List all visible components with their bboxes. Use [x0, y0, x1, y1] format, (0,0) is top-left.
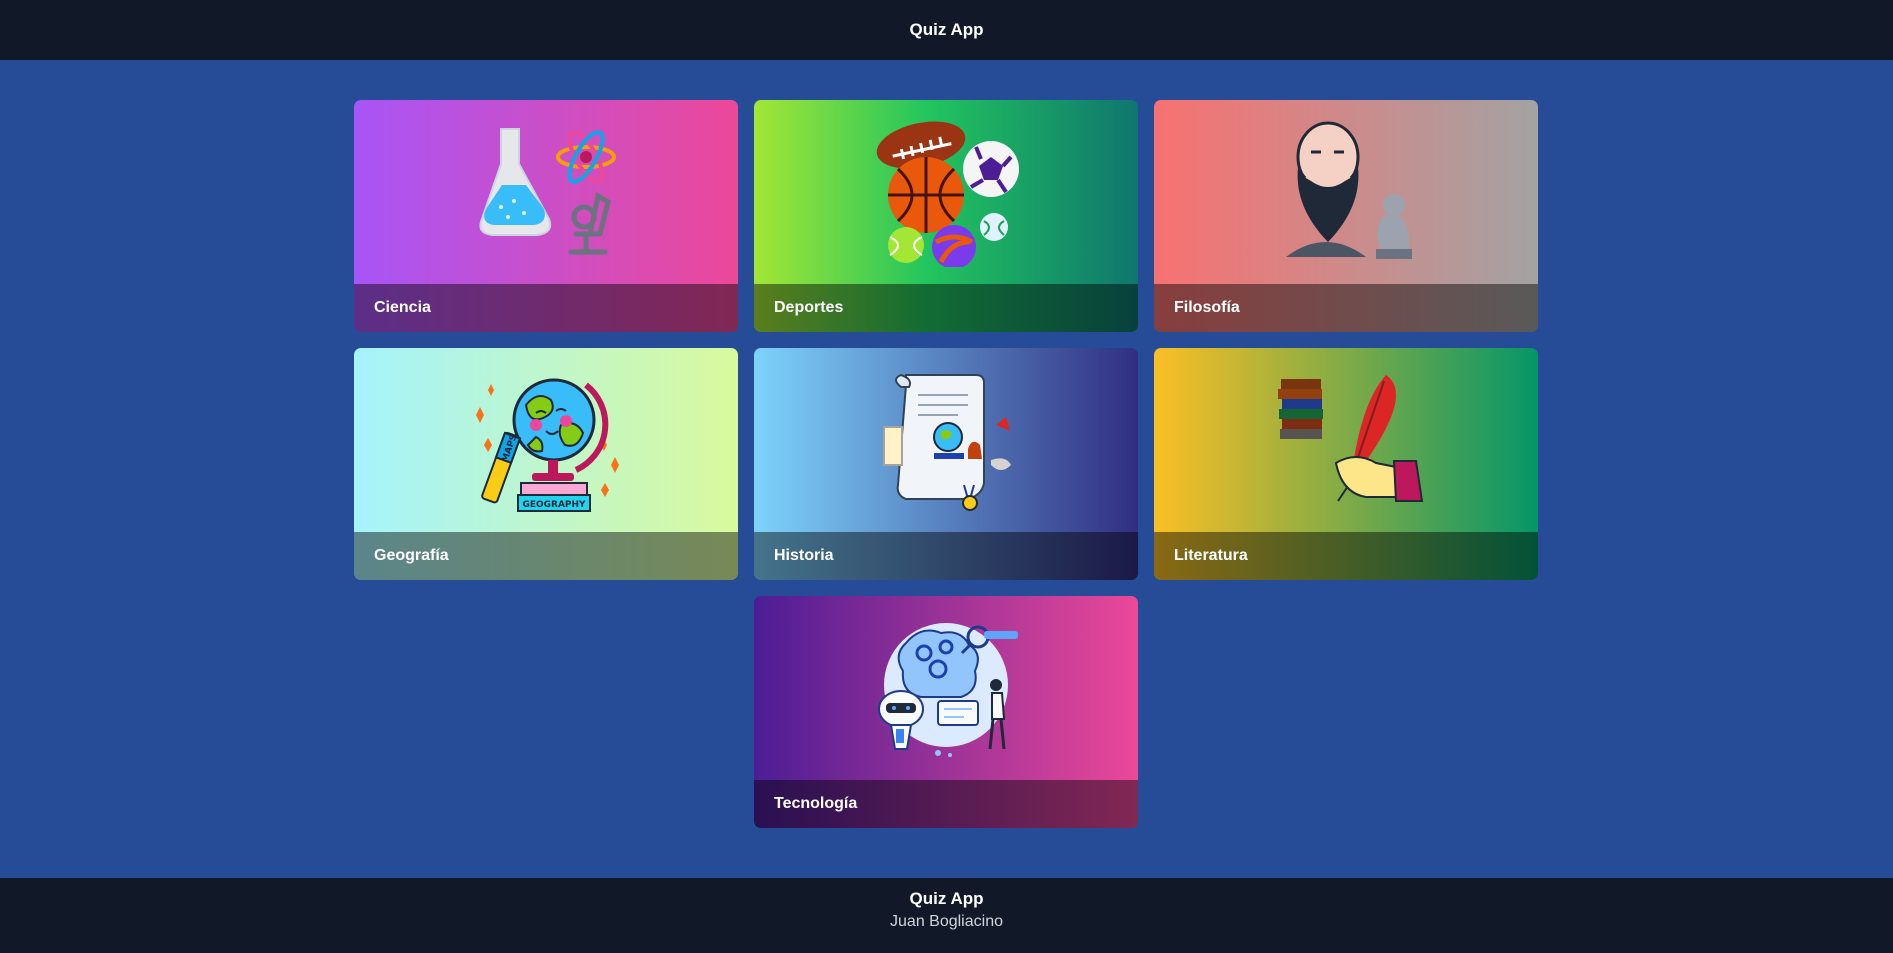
category-label: Historia: [774, 547, 834, 564]
category-label-bar: Geografía: [354, 532, 738, 580]
category-label-bar: Historia: [754, 532, 1138, 580]
technology-robot-icon: [754, 596, 1138, 780]
category-label-bar: Filosofía: [1154, 284, 1538, 332]
category-card-literatura[interactable]: Literatura: [1154, 348, 1538, 580]
geography-book-text: GEOGRAPHY: [522, 500, 586, 510]
category-label-bar: Tecnología: [754, 780, 1138, 828]
footer-title: Quiz App: [909, 889, 984, 908]
category-card-filosofia[interactable]: Filosofía: [1154, 100, 1538, 332]
category-card-ciencia[interactable]: Ciencia: [354, 100, 738, 332]
category-label-bar: Deportes: [754, 284, 1138, 332]
category-label: Ciencia: [374, 299, 431, 316]
app-header: Quiz App: [0, 0, 1893, 60]
category-label: Literatura: [1174, 547, 1248, 564]
category-label: Tecnología: [774, 795, 858, 812]
sports-balls-icon: [754, 100, 1138, 284]
category-card-deportes[interactable]: Deportes: [754, 100, 1138, 332]
app-title: Quiz App: [909, 20, 984, 39]
scroll-history-icon: [754, 348, 1138, 532]
app-footer: Quiz App Juan Bogliacino: [0, 878, 1893, 953]
category-card-geografia[interactable]: GEOGRAPHY MAPS Geografía: [354, 348, 738, 580]
footer-author: Juan Bogliacino: [890, 913, 1003, 930]
quill-books-icon: [1154, 348, 1538, 532]
philosopher-bust-icon: [1154, 100, 1538, 284]
category-card-historia[interactable]: Historia: [754, 348, 1138, 580]
science-flask-atom-icon: [354, 100, 738, 284]
globe-books-icon: GEOGRAPHY MAPS: [354, 348, 738, 532]
category-label-bar: Literatura: [1154, 532, 1538, 580]
category-label: Filosofía: [1174, 299, 1240, 316]
category-label: Geografía: [374, 547, 449, 564]
category-card-tecnologia[interactable]: Tecnología: [754, 596, 1138, 828]
category-grid: Ciencia Deportes Filosofía GEOGRAPHY MAP…: [354, 100, 1538, 828]
category-label: Deportes: [774, 299, 844, 316]
category-label-bar: Ciencia: [354, 284, 738, 332]
